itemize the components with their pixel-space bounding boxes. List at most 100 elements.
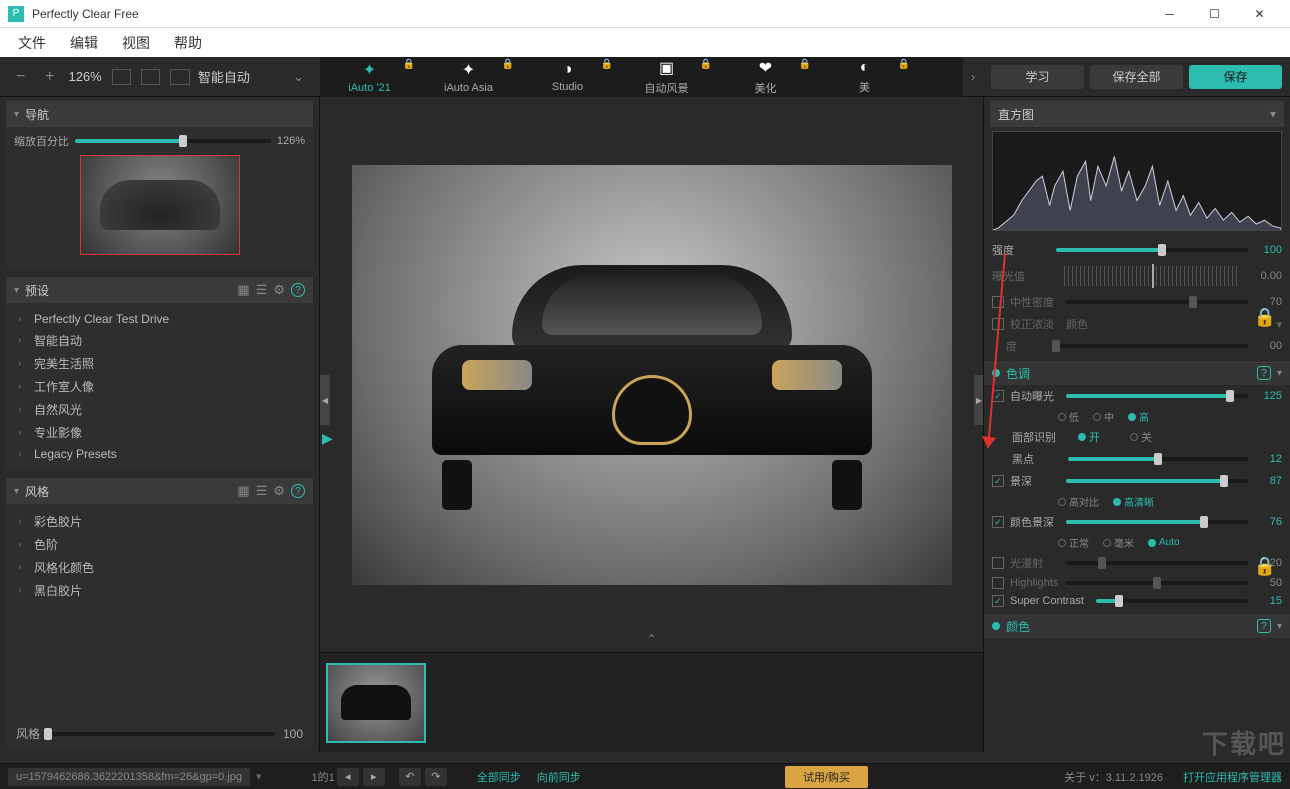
black-point-label: 黑点: [1012, 451, 1062, 467]
preset-item-6[interactable]: ›Legacy Presets: [14, 444, 305, 464]
auto-expose-checkbox[interactable]: [992, 390, 1004, 402]
preset-item-2[interactable]: ›完美生活照: [14, 352, 305, 375]
filmstrip-collapse-icon[interactable]: ⌃: [646, 632, 656, 646]
opt-mm[interactable]: 毫米: [1103, 535, 1134, 550]
gear-icon[interactable]: ⚙: [273, 483, 285, 499]
left-panel-toggle[interactable]: ◂: [320, 375, 330, 425]
face-off[interactable]: 关: [1130, 429, 1152, 445]
correct-checkbox[interactable]: [992, 318, 1004, 330]
tone-section-head[interactable]: 色调 ? ▾: [984, 361, 1290, 385]
sync-all-button[interactable]: 全部同步: [477, 769, 521, 785]
prev-button[interactable]: ◂: [337, 768, 359, 786]
opt-auto[interactable]: Auto: [1148, 535, 1180, 550]
menu-help[interactable]: 帮助: [162, 29, 214, 57]
filmstrip-thumbnail[interactable]: [326, 663, 426, 743]
exposure-comb-slider[interactable]: [1064, 266, 1240, 286]
next-button[interactable]: ▸: [363, 768, 385, 786]
diffuse-checkbox[interactable]: [992, 557, 1004, 569]
look-2[interactable]: 🔒◑Studio: [518, 57, 617, 97]
histogram-panel-head[interactable]: 直方图 ▾: [990, 101, 1284, 127]
sync-forward-button[interactable]: 向前同步: [537, 769, 581, 785]
preset-label: 自然风光: [34, 401, 82, 418]
look-icon: ✦: [363, 60, 376, 80]
menu-file[interactable]: 文件: [6, 29, 58, 57]
preset-item-3[interactable]: ›工作室人像: [14, 375, 305, 398]
zoom-in-button[interactable]: +: [39, 66, 60, 88]
style-strength-slider[interactable]: [48, 732, 275, 736]
intensity-slider[interactable]: [1056, 248, 1248, 252]
look-3[interactable]: 🔒▣自动风景: [617, 57, 716, 97]
presets-panel-head[interactable]: ▾ 预设 ▦ ☰ ⚙ ?: [6, 277, 313, 303]
grid-view-icon[interactable]: ▦: [237, 282, 249, 298]
section-title: 色调: [1006, 365, 1030, 382]
zoom-out-button[interactable]: −: [10, 66, 31, 88]
auto-expose-slider[interactable]: [1066, 394, 1248, 398]
close-button[interactable]: ✕: [1237, 0, 1282, 28]
look-0[interactable]: 🔒✦iAuto '21: [320, 57, 419, 97]
black-point-slider[interactable]: [1068, 457, 1248, 461]
image-canvas[interactable]: [352, 165, 952, 585]
depth-checkbox[interactable]: [992, 475, 1004, 487]
color-depth-slider[interactable]: [1066, 520, 1248, 524]
preset-item-0[interactable]: ›Perfectly Clear Test Drive: [14, 309, 305, 329]
maximize-button[interactable]: ☐: [1192, 0, 1237, 28]
chevron-down-icon[interactable]: ▾: [256, 770, 262, 783]
style-item-0[interactable]: ›彩色胶片: [14, 510, 305, 533]
opt-crisp[interactable]: 高清晰: [1113, 494, 1154, 509]
neutral-density-checkbox[interactable]: [992, 296, 1004, 308]
view-split-h-button[interactable]: [141, 69, 160, 85]
look-1[interactable]: 🔒✦iAuto Asia: [419, 57, 518, 97]
app-manager-link[interactable]: 打开应用程序管理器: [1183, 769, 1282, 785]
gear-icon[interactable]: ⚙: [273, 282, 285, 298]
highlights-checkbox[interactable]: [992, 577, 1004, 589]
save-all-button[interactable]: 保存全部: [1090, 65, 1183, 89]
color-depth-checkbox[interactable]: [992, 516, 1004, 528]
view-split-v-button[interactable]: [170, 69, 189, 85]
save-button[interactable]: 保存: [1189, 65, 1282, 89]
undo-button[interactable]: ↶: [399, 768, 421, 786]
auto-expose-value: 125: [1254, 390, 1282, 402]
redo-button[interactable]: ↷: [425, 768, 447, 786]
navigation-panel: ▾ 导航 缩放百分比 126%: [6, 101, 313, 269]
face-on[interactable]: 开: [1078, 429, 1100, 445]
highlights-value: 50: [1254, 577, 1282, 589]
list-view-icon[interactable]: ☰: [256, 483, 268, 499]
preset-item-1[interactable]: ›智能自动: [14, 329, 305, 352]
nav-zoom-slider[interactable]: [75, 139, 271, 143]
preset-item-4[interactable]: ›自然风光: [14, 398, 305, 421]
menu-edit[interactable]: 编辑: [58, 29, 110, 57]
color-section-head[interactable]: 颜色 ? ▾: [984, 614, 1290, 638]
help-icon[interactable]: ?: [291, 283, 305, 297]
learn-button[interactable]: 学习: [991, 65, 1084, 89]
minimize-button[interactable]: ─: [1147, 0, 1192, 28]
navigator-thumbnail[interactable]: [80, 155, 240, 255]
view-single-button[interactable]: [112, 69, 131, 85]
preset-item-5[interactable]: ›专业影像: [14, 421, 305, 444]
super-contrast-checkbox[interactable]: [992, 595, 1004, 607]
styles-panel-head[interactable]: ▾ 风格 ▦ ☰ ⚙ ?: [6, 478, 313, 504]
caret-right-icon: ›: [18, 335, 30, 346]
help-icon[interactable]: ?: [1257, 619, 1271, 633]
opt-low[interactable]: 低: [1058, 409, 1079, 424]
help-icon[interactable]: ?: [291, 484, 305, 498]
depth0-slider: [1056, 344, 1248, 348]
super-contrast-slider[interactable]: [1096, 599, 1248, 603]
style-item-1[interactable]: ›色阶: [14, 533, 305, 556]
opt-normal[interactable]: 正常: [1058, 535, 1089, 550]
style-item-3[interactable]: ›黑白胶片: [14, 579, 305, 602]
opt-contrast[interactable]: 高对比: [1058, 494, 1099, 509]
navigation-panel-head[interactable]: ▾ 导航: [6, 101, 313, 127]
list-view-icon[interactable]: ☰: [256, 282, 268, 298]
help-icon[interactable]: ?: [1257, 366, 1271, 380]
preset-dropdown[interactable]: 智能自动 ⌄: [198, 67, 304, 86]
trial-buy-button[interactable]: 试用/购买: [785, 766, 868, 788]
look-4[interactable]: 🔒❤美化: [716, 57, 815, 97]
grid-view-icon[interactable]: ▦: [237, 483, 249, 499]
looks-next-button[interactable]: ›: [963, 70, 983, 84]
style-item-2[interactable]: ›风格化颜色: [14, 556, 305, 579]
look-5[interactable]: 🔒◐美: [815, 57, 914, 97]
opt-high[interactable]: 高: [1128, 409, 1149, 424]
opt-mid[interactable]: 中: [1093, 409, 1114, 424]
menu-view[interactable]: 视图: [110, 29, 162, 57]
depth-slider[interactable]: [1066, 479, 1248, 483]
